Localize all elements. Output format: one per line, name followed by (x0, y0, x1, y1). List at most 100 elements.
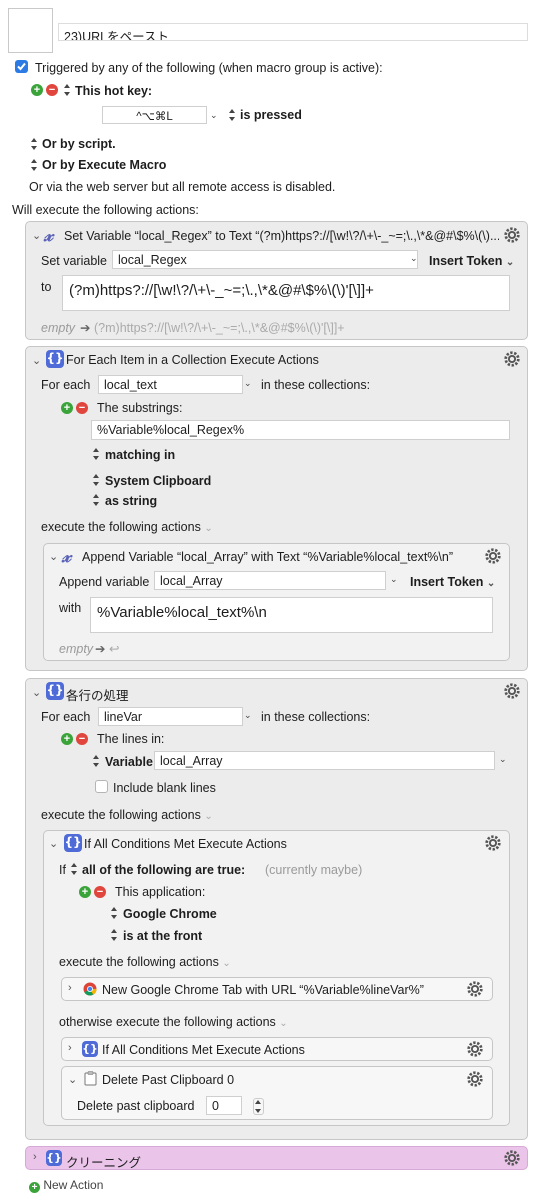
chrome-icon (83, 982, 97, 996)
system-clipboard-popup[interactable]: System Clipboard (105, 474, 211, 488)
preview-arrow-icon: ➔ (80, 321, 91, 335)
delete-clipboard-action[interactable]: ⌄ Delete Past Clipboard 0 Delete past cl… (61, 1066, 493, 1120)
action-title: For Each Item in a Collection Execute Ac… (66, 353, 319, 367)
application-updown-icon[interactable] (110, 906, 119, 920)
disclosure-closed-icon[interactable]: › (68, 982, 72, 994)
as-string-popup[interactable]: as string (105, 494, 157, 508)
gear-icon[interactable] (503, 350, 521, 368)
preview-arrow-icon: ➔ ↩ (95, 642, 120, 656)
plus-icon: + (29, 1182, 40, 1193)
action-title: 各行の処理 (66, 689, 129, 703)
as-string-updown-icon[interactable] (92, 493, 101, 507)
disclosure-open-icon[interactable]: ⌄ (49, 837, 58, 850)
for-each-variable-field[interactable]: lineVar (98, 707, 243, 726)
checkmark-icon (17, 62, 26, 71)
new-chrome-tab-action[interactable]: › New Google Chrome Tab with URL “%Varia… (61, 977, 493, 1001)
lines-variable-field[interactable]: local_Array (154, 751, 495, 770)
append-variable-field[interactable]: local_Array (154, 571, 386, 590)
remove-collection-icon[interactable]: − (76, 402, 88, 414)
nested-if-action[interactable]: › {} If All Conditions Met Execute Actio… (61, 1037, 493, 1061)
include-blank-checkbox[interactable] (95, 780, 108, 793)
macro-icon-well[interactable] (8, 8, 53, 53)
execute-actions-label: execute the following actions ⌄ (59, 955, 231, 969)
triggered-checkbox[interactable] (15, 60, 28, 73)
variable-updown-icon[interactable] (92, 754, 101, 768)
this-application-label: This application: (115, 885, 206, 899)
text-field[interactable]: (?m)https?://[\w!\?/\+\-_~=;\.,\*&@#\$%\… (62, 275, 510, 311)
hotkey-dropdown-icon[interactable]: ⌄ (210, 110, 218, 121)
or-script-updown-icon[interactable] (30, 137, 39, 151)
insert-token-button[interactable]: Insert Token ⌄ (429, 254, 514, 268)
variable-x-icon: 𝓍 (62, 545, 71, 567)
variable-popup[interactable]: Variable (105, 755, 153, 769)
lines-variable-dropdown-icon[interactable]: ⌄ (499, 754, 507, 765)
append-variable-action[interactable]: ⌄ 𝓍 Append Variable “local_Array” with T… (43, 543, 510, 661)
disclosure-closed-icon[interactable]: › (33, 1151, 37, 1163)
append-text-field[interactable]: %Variable%local_text%\n (90, 597, 493, 633)
add-collection-icon[interactable]: + (61, 402, 73, 414)
regex-field[interactable]: %Variable%local_Regex% (91, 420, 510, 440)
variable-x-icon: 𝓍 (44, 224, 53, 246)
gear-icon[interactable] (466, 1070, 484, 1088)
disclosure-closed-icon[interactable]: › (68, 1042, 72, 1054)
disclosure-open-icon[interactable]: ⌄ (49, 550, 58, 563)
or-by-script[interactable]: Or by script. (42, 137, 116, 151)
for-each-variable-field[interactable]: local_text (98, 375, 243, 394)
if-conditions-action[interactable]: ⌄ {} If All Conditions Met Execute Actio… (43, 830, 510, 1126)
hotkey-field[interactable]: ^⌥⌘L (102, 106, 207, 124)
insert-token-button[interactable]: Insert Token ⌄ (410, 575, 495, 589)
hotkey-label: This hot key: (75, 84, 153, 98)
add-collection-icon[interactable]: + (61, 733, 73, 745)
for-each-variable-dropdown-icon[interactable]: ⌄ (244, 378, 252, 389)
gear-icon[interactable] (484, 547, 502, 565)
gear-icon[interactable] (503, 226, 521, 244)
matching-in-popup[interactable]: matching in (105, 448, 175, 462)
line-loop-action[interactable]: ⌄ {} 各行の処理 For each lineVar ⌄ in these c… (25, 678, 528, 1140)
gear-icon[interactable] (503, 682, 521, 700)
disclosure-open-icon[interactable]: ⌄ (32, 354, 41, 367)
add-trigger-icon[interactable]: + (31, 84, 43, 96)
disclosure-open-icon[interactable]: ⌄ (32, 229, 41, 242)
hotkey-state[interactable]: is pressed (240, 108, 302, 122)
gear-icon[interactable] (503, 1149, 521, 1167)
macro-name-field[interactable]: 23)URLをペースト (58, 23, 528, 41)
variable-dropdown-icon[interactable]: ⌄ (410, 253, 418, 264)
gear-icon[interactable] (466, 980, 484, 998)
lines-in-label: The lines in: (97, 732, 165, 746)
new-action-button[interactable]: + New Action (29, 1178, 103, 1193)
all-true-popup[interactable]: all of the following are true: (82, 863, 245, 877)
delete-count-field[interactable]: 0 (206, 1096, 242, 1115)
front-updown-icon[interactable] (110, 928, 119, 942)
disclosure-open-icon[interactable]: ⌄ (32, 686, 41, 699)
action-title: New Google Chrome Tab with URL “%Variabl… (102, 983, 424, 997)
execute-actions-label: execute the following actions ⌄ (41, 808, 213, 822)
application-popup[interactable]: Google Chrome (123, 907, 217, 921)
append-variable-dropdown-icon[interactable]: ⌄ (390, 574, 398, 585)
or-by-execute-macro[interactable]: Or by Execute Macro (42, 158, 166, 172)
variable-name-field[interactable]: local_Regex (112, 250, 418, 269)
braces-icon: {} (46, 682, 64, 700)
set-variable-action[interactable]: ⌄ 𝓍 Set Variable “local_Regex” to Text “… (25, 221, 528, 340)
gear-icon[interactable] (466, 1040, 484, 1058)
or-execute-updown-icon[interactable] (30, 158, 39, 172)
remove-collection-icon[interactable]: − (76, 733, 88, 745)
remove-trigger-icon[interactable]: − (46, 84, 58, 96)
trigger-type-updown-icon[interactable] (63, 83, 72, 97)
disclosure-open-icon[interactable]: ⌄ (68, 1073, 77, 1086)
add-condition-icon[interactable]: + (79, 886, 91, 898)
matching-updown-icon[interactable] (92, 447, 101, 461)
preview-empty: empty (59, 642, 94, 656)
delete-count-stepper[interactable] (253, 1098, 264, 1115)
will-execute-label: Will execute the following actions: (12, 203, 199, 217)
cleaning-action[interactable]: › {} クリーニング (25, 1146, 528, 1170)
hotkey-state-updown-icon[interactable] (228, 108, 237, 122)
clipboard-updown-icon[interactable] (92, 473, 101, 487)
for-each-action[interactable]: ⌄ {} For Each Item in a Collection Execu… (25, 346, 528, 671)
execute-actions-label: execute the following actions ⌄ (41, 520, 213, 534)
remove-condition-icon[interactable]: − (94, 886, 106, 898)
for-each-variable-dropdown-icon[interactable]: ⌄ (244, 710, 252, 721)
at-front-popup[interactable]: is at the front (123, 929, 202, 943)
include-blank-label: Include blank lines (113, 781, 216, 795)
all-updown-icon[interactable] (70, 862, 79, 876)
gear-icon[interactable] (484, 834, 502, 852)
